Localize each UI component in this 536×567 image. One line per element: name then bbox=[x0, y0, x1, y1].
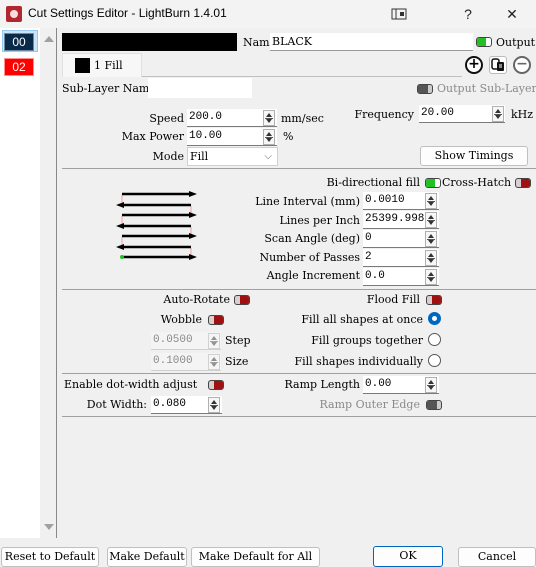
dot-width-label: Dot Width: bbox=[86, 398, 147, 411]
angle-increment-label: Angle Increment bbox=[266, 269, 360, 282]
add-sublayer-button[interactable]: + bbox=[465, 56, 483, 74]
line-interval-label: Line Interval (mm) bbox=[255, 195, 360, 208]
cancel-button[interactable]: Cancel bbox=[458, 547, 536, 567]
frequency-label: Frequency bbox=[354, 108, 415, 121]
frequency-unit: kHz bbox=[511, 108, 534, 121]
make-default-button[interactable]: Make Default bbox=[107, 547, 187, 567]
line-interval-spinner[interactable] bbox=[425, 193, 437, 209]
ramp-length-spinner[interactable] bbox=[425, 377, 437, 393]
output-sublayer-label: Output Sub-Layer bbox=[437, 82, 536, 95]
cross-hatch-toggle[interactable] bbox=[515, 178, 531, 188]
sublayer-name-label: Sub-Layer Name bbox=[62, 82, 156, 95]
fill-groups-together-label: Fill groups together bbox=[311, 334, 423, 347]
flood-fill-toggle[interactable] bbox=[426, 295, 442, 305]
enable-dot-width-toggle[interactable] bbox=[208, 380, 224, 390]
mode-select[interactable]: Fill ⌵ bbox=[187, 147, 278, 166]
mode-select-value: Fill bbox=[190, 150, 209, 163]
layer-item-02[interactable]: 02 bbox=[4, 58, 34, 76]
bidirectional-fill-label: Bi-directional fill bbox=[326, 176, 420, 189]
lightburn-logo-icon bbox=[6, 6, 22, 22]
wobble-size-spinner[interactable] bbox=[208, 354, 220, 370]
fill-all-shapes-radio[interactable] bbox=[428, 312, 441, 325]
scroll-down-icon[interactable] bbox=[44, 524, 54, 530]
layer-color-swatch[interactable] bbox=[62, 33, 237, 51]
number-of-passes-spinner[interactable] bbox=[425, 250, 437, 266]
ramp-length-label: Ramp Length bbox=[284, 378, 360, 391]
window-mode-icon bbox=[391, 8, 407, 20]
sublayer-tab[interactable]: 1 Fill bbox=[62, 53, 142, 77]
fill-all-shapes-label: Fill all shapes at once bbox=[301, 313, 423, 326]
wobble-label: Wobble bbox=[160, 313, 202, 326]
max-power-label: Max Power bbox=[121, 130, 184, 143]
speed-label: Speed bbox=[149, 112, 184, 125]
window-mode-button[interactable] bbox=[384, 3, 414, 25]
show-timings-button[interactable]: Show Timings bbox=[420, 146, 528, 166]
output-sublayer-toggle[interactable] bbox=[417, 84, 433, 94]
wobble-toggle[interactable] bbox=[208, 315, 224, 325]
help-button[interactable]: ? bbox=[453, 3, 483, 25]
ramp-outer-edge-toggle[interactable] bbox=[426, 400, 442, 410]
flood-fill-label: Flood Fill bbox=[366, 293, 420, 306]
divider bbox=[62, 416, 536, 417]
enable-dot-width-label: Enable dot-width adjust bbox=[64, 378, 198, 391]
lines-per-inch-spinner[interactable] bbox=[425, 212, 437, 228]
output-toggle[interactable] bbox=[476, 37, 492, 47]
number-of-passes-label: Number of Passes bbox=[259, 251, 360, 264]
fill-shapes-individually-radio[interactable] bbox=[428, 354, 441, 367]
tab-baseline bbox=[142, 76, 462, 77]
lines-per-inch-label: Lines per Inch bbox=[279, 214, 360, 227]
layer-item-00[interactable]: 00 bbox=[4, 33, 34, 51]
frequency-spinner[interactable] bbox=[492, 106, 504, 122]
max-power-unit: % bbox=[283, 130, 294, 143]
close-button[interactable]: ✕ bbox=[497, 3, 527, 25]
sublayer-tab-label: 1 Fill bbox=[94, 59, 123, 72]
mode-label: Mode bbox=[152, 150, 184, 163]
title-bar: Cut Settings Editor - LightBurn 1.4.01 ?… bbox=[0, 0, 536, 28]
angle-increment-spinner[interactable] bbox=[425, 269, 437, 285]
speed-spinner[interactable] bbox=[263, 110, 275, 126]
layer-list-scrollbar[interactable] bbox=[40, 28, 57, 538]
window-title: Cut Settings Editor - LightBurn 1.4.01 bbox=[28, 6, 227, 20]
max-power-spinner[interactable] bbox=[263, 129, 275, 145]
fill-groups-together-radio[interactable] bbox=[428, 333, 441, 346]
speed-unit: mm/sec bbox=[281, 112, 324, 125]
fill-pattern-preview bbox=[116, 191, 197, 260]
divider bbox=[62, 289, 536, 290]
plus-icon: + bbox=[468, 56, 480, 72]
sublayer-name-input[interactable] bbox=[148, 78, 252, 98]
auto-rotate-label: Auto-Rotate bbox=[163, 293, 230, 306]
auto-rotate-toggle[interactable] bbox=[234, 295, 250, 305]
scroll-up-icon[interactable] bbox=[44, 36, 54, 42]
layer-name-input[interactable]: BLACK bbox=[270, 33, 473, 51]
ramp-outer-edge-label: Ramp Outer Edge bbox=[319, 398, 420, 411]
sublayer-color-swatch bbox=[75, 58, 90, 73]
copy-sublayer-button[interactable] bbox=[489, 56, 507, 74]
divider bbox=[62, 168, 536, 169]
scan-angle-label: Scan Angle (deg) bbox=[264, 232, 360, 245]
wobble-step-spinner[interactable] bbox=[208, 333, 220, 349]
output-label: Output bbox=[496, 36, 536, 49]
bidirectional-fill-toggle[interactable] bbox=[425, 178, 441, 188]
ok-button[interactable]: OK bbox=[373, 546, 443, 567]
fill-shapes-individually-label: Fill shapes individually bbox=[294, 355, 424, 368]
minus-icon: − bbox=[516, 56, 528, 72]
dot-width-spinner[interactable] bbox=[208, 397, 220, 413]
layer-list: 00 02 bbox=[0, 28, 40, 538]
make-default-for-all-button[interactable]: Make Default for All bbox=[191, 547, 320, 567]
reset-to-default-button[interactable]: Reset to Default bbox=[1, 547, 99, 567]
remove-sublayer-button[interactable]: − bbox=[513, 56, 531, 74]
divider bbox=[62, 373, 536, 374]
copy-icon bbox=[491, 58, 504, 71]
scan-angle-spinner[interactable] bbox=[425, 231, 437, 247]
chevron-down-icon: ⌵ bbox=[264, 151, 272, 162]
cross-hatch-label: Cross-Hatch bbox=[442, 176, 512, 189]
